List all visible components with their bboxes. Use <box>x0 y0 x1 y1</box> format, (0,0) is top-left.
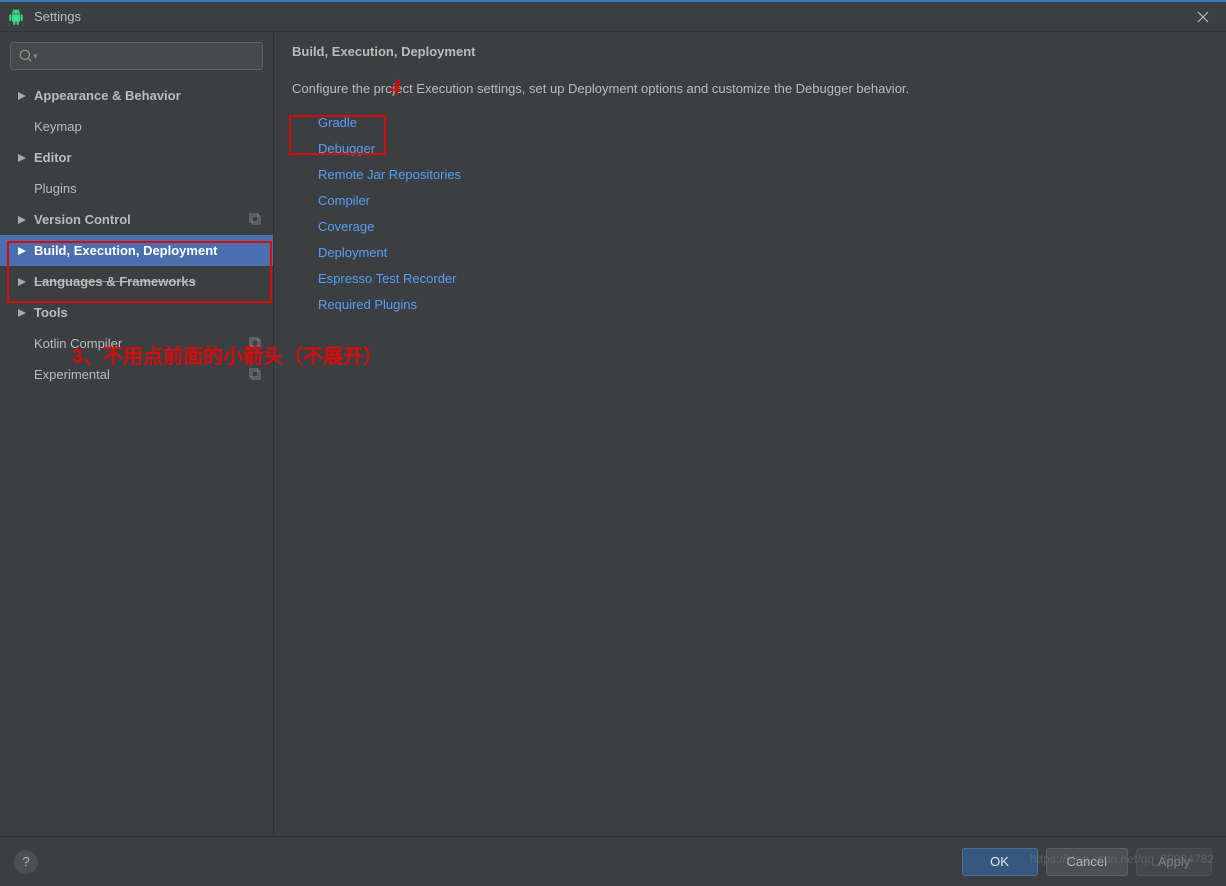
close-icon <box>1197 11 1209 23</box>
tree-label: Languages & Frameworks <box>34 274 263 289</box>
link-deployment[interactable]: Deployment <box>318 240 1208 266</box>
expand-arrow-icon <box>16 276 28 288</box>
tree-item-editor[interactable]: Editor <box>0 142 273 173</box>
expand-arrow-icon <box>16 307 28 319</box>
link-required-plugins[interactable]: Required Plugins <box>318 292 1208 318</box>
tree-item-kotlin-compiler[interactable]: Kotlin Compiler <box>0 328 273 359</box>
tree-label: Tools <box>34 305 263 320</box>
close-button[interactable] <box>1188 3 1218 31</box>
link-espresso-test-recorder[interactable]: Espresso Test Recorder <box>318 266 1208 292</box>
tree-item-plugins[interactable]: Plugins <box>0 173 273 204</box>
tree-label: Build, Execution, Deployment <box>34 243 263 258</box>
tree-item-appearance-behavior[interactable]: Appearance & Behavior <box>0 80 273 111</box>
titlebar: Settings <box>0 0 1226 32</box>
search-wrap: ▾ <box>0 32 273 78</box>
tree-label: Experimental <box>34 367 249 382</box>
settings-content: Build, Execution, Deployment Configure t… <box>274 32 1226 854</box>
tree-item-experimental[interactable]: Experimental <box>0 359 273 390</box>
content-title: Build, Execution, Deployment <box>292 44 1208 59</box>
project-scope-icon <box>249 368 263 382</box>
tree-label: Keymap <box>34 119 263 134</box>
expand-arrow-icon <box>16 214 28 226</box>
search-input[interactable]: ▾ <box>10 42 263 70</box>
android-icon <box>8 9 24 25</box>
project-scope-icon <box>249 337 263 351</box>
tree-label: Appearance & Behavior <box>34 88 263 103</box>
tree-item-keymap[interactable]: Keymap <box>0 111 273 142</box>
settings-sidebar: ▾ Appearance & Behavior Keymap Editor Pl… <box>0 32 274 854</box>
tree-label: Version Control <box>34 212 249 227</box>
link-coverage[interactable]: Coverage <box>318 214 1208 240</box>
project-scope-icon <box>249 213 263 227</box>
tree-item-languages-frameworks[interactable]: Languages & Frameworks <box>0 266 273 297</box>
link-compiler[interactable]: Compiler <box>318 188 1208 214</box>
settings-tree: Appearance & Behavior Keymap Editor Plug… <box>0 78 273 854</box>
link-remote-jar-repositories[interactable]: Remote Jar Repositories <box>318 162 1208 188</box>
subcategory-links: Gradle Debugger Remote Jar Repositories … <box>292 110 1208 318</box>
expand-arrow-icon <box>16 90 28 102</box>
link-gradle[interactable]: Gradle <box>318 110 1208 136</box>
link-debugger[interactable]: Debugger <box>318 136 1208 162</box>
tree-label: Editor <box>34 150 263 165</box>
expand-arrow-icon <box>16 245 28 257</box>
tree-label: Kotlin Compiler <box>34 336 249 351</box>
search-dropdown-icon: ▾ <box>33 51 38 62</box>
tree-item-tools[interactable]: Tools <box>0 297 273 328</box>
content-description: Configure the project Execution settings… <box>292 81 1208 96</box>
window-title: Settings <box>34 9 1188 24</box>
expand-arrow-icon <box>16 152 28 164</box>
tree-label: Plugins <box>34 181 263 196</box>
ok-button[interactable]: OK <box>962 848 1038 876</box>
main-area: ▾ Appearance & Behavior Keymap Editor Pl… <box>0 32 1226 854</box>
tree-item-version-control[interactable]: Version Control <box>0 204 273 235</box>
help-button[interactable]: ? <box>14 850 38 874</box>
watermark-text: https://blog.csdn.net/qq_38924782 <box>1030 852 1214 866</box>
tree-item-build-execution-deployment[interactable]: Build, Execution, Deployment <box>0 235 273 266</box>
